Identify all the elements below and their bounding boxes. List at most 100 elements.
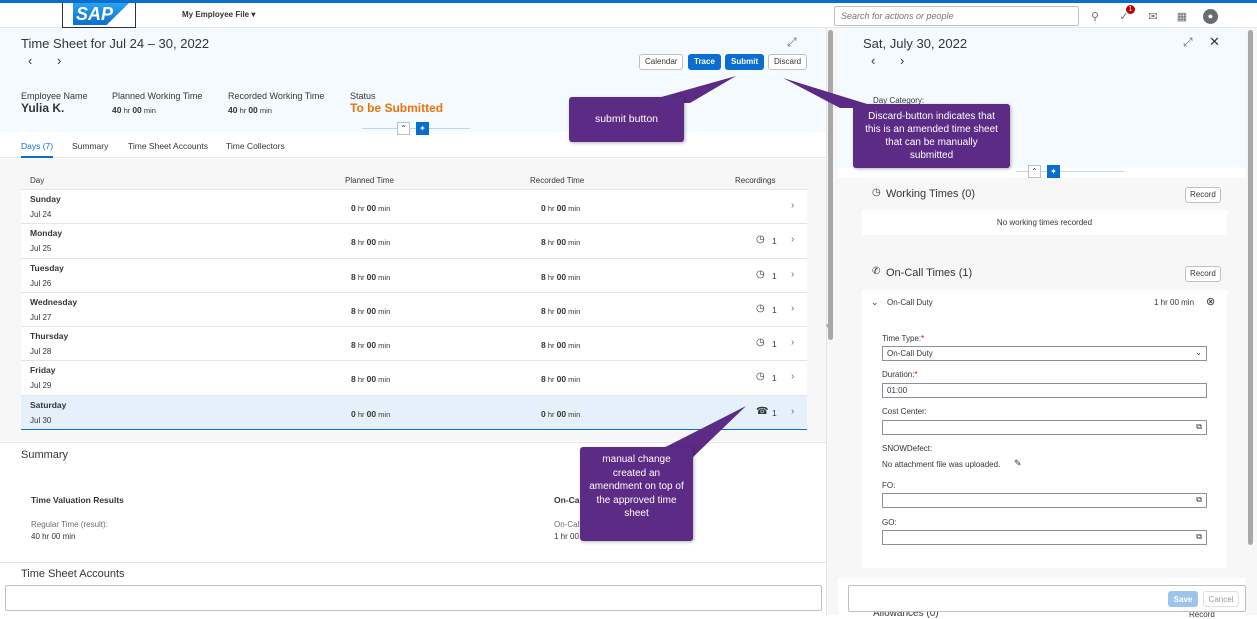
previous-week-button[interactable]: ‹ <box>28 53 32 68</box>
clock-icon: ◷ <box>756 371 765 383</box>
fullscreen-icon[interactable]: ⤢ <box>1183 35 1193 50</box>
row-recorded-time: 0 hr 00 min <box>541 408 581 419</box>
row-day: Sunday <box>30 194 61 204</box>
table-row[interactable]: Monday Jul 25 8 hr 00 min 8 hr 00 min ◷ 1 › <box>21 224 807 259</box>
chevron-right-icon[interactable]: › <box>791 234 794 245</box>
discard-button[interactable]: Discard <box>768 54 808 70</box>
go-label: GO: <box>882 518 897 527</box>
day-title: Sat, July 30, 2022 <box>863 36 968 51</box>
right-scrollbar[interactable] <box>1248 30 1253 545</box>
chevron-down-icon[interactable]: ⌄ <box>871 297 879 308</box>
chevron-right-icon[interactable]: › <box>791 303 794 314</box>
value-help-icon: ⧉ <box>1196 495 1202 504</box>
chevron-right-icon[interactable]: › <box>791 337 794 348</box>
on-call-duty-title[interactable]: On-Call Duty <box>887 298 933 307</box>
snow-defect-label: SNOWDefect: <box>882 444 933 453</box>
previous-day-button[interactable]: ‹ <box>871 53 875 68</box>
row-recordings-count: 1 <box>772 373 777 384</box>
clock-icon: ◷ <box>756 337 765 349</box>
chevron-right-icon[interactable]: › <box>791 371 794 382</box>
row-day: Tuesday <box>30 262 64 273</box>
on-call-summary-value: 1 hr 00 <box>554 532 579 541</box>
feedback-icon[interactable]: ✉ <box>1145 9 1161 25</box>
column-recorded-time: Recorded Time <box>530 176 585 185</box>
tab-days[interactable]: Days (7) <box>21 141 54 158</box>
edit-icon[interactable]: ✎ <box>1014 458 1022 469</box>
row-planned-time: 8 hr 00 min <box>351 271 391 282</box>
manual-change-callout: manual change created an amendment on to… <box>580 447 693 541</box>
summary-title: Summary <box>21 449 69 461</box>
status-value: To be Submitted <box>350 101 444 115</box>
duration-input[interactable]: 01:00 <box>882 383 1207 398</box>
row-recordings-count: 1 <box>772 270 777 281</box>
clock-icon: ◷ <box>872 187 881 198</box>
table-row[interactable]: Sunday Jul 24 0 hr 00 min 0 hr 00 min › <box>21 190 807 225</box>
row-day: Thursday <box>30 331 69 342</box>
planned-working-time-label: Planned Working Time <box>112 91 203 101</box>
working-times-title: Working Times (0) <box>886 188 976 200</box>
table-row[interactable]: Tuesday Jul 26 8 hr 00 min 8 hr 00 min ◷ 1 › <box>21 258 807 293</box>
time-type-select[interactable]: On-Call Duty ⌄ <box>882 346 1207 361</box>
tab-summary[interactable]: Summary <box>72 141 108 151</box>
avatar[interactable]: ● <box>1203 9 1218 24</box>
clock-icon: ◷ <box>756 234 765 246</box>
calendar-button[interactable]: Calendar <box>639 54 684 70</box>
object-header: Time Sheet for Jul 24 – 30, 2022 ⤢ ‹ › C… <box>0 28 826 135</box>
record-on-call-button[interactable]: Record <box>1185 266 1221 282</box>
logo-text: SAP <box>73 3 129 25</box>
row-date: Jul 25 <box>30 244 52 254</box>
app-menu[interactable]: My Employee File ▾ <box>182 10 255 19</box>
next-week-button[interactable]: › <box>57 53 61 68</box>
row-date: Jul 29 <box>30 381 52 391</box>
recorded-working-time-value: 40 hr 00 min <box>228 105 272 115</box>
sap-logo[interactable]: SAP <box>62 3 136 28</box>
search-icon[interactable]: ⚲ <box>1087 9 1103 25</box>
discard-callout: Discard-button indicates that this is an… <box>853 104 1010 168</box>
table-header: Day Planned Time Recorded Time Recording… <box>21 171 807 190</box>
planned-working-time-value: 40 hr 00 min <box>112 105 156 115</box>
cancel-button[interactable]: Cancel <box>1203 591 1239 607</box>
submit-button[interactable]: Submit <box>725 54 765 70</box>
row-recordings-count: 1 <box>772 339 777 350</box>
chevron-right-icon[interactable]: › <box>791 269 794 280</box>
chevron-right-icon[interactable]: › <box>791 406 794 417</box>
table-row[interactable]: Thursday Jul 28 8 hr 00 min 8 hr 00 min ◷ 1 › <box>21 327 807 362</box>
collapse-header-icon[interactable]: ⌃ <box>1028 165 1041 178</box>
working-times-section: ◷ Working Times (0) Record No working ti… <box>862 182 1227 258</box>
fullscreen-icon[interactable]: ⤢ <box>787 35 797 50</box>
chevron-right-icon[interactable]: › <box>791 200 794 211</box>
pin-header-icon[interactable]: ✦ <box>1047 165 1060 178</box>
status-label: Status <box>350 91 376 101</box>
trace-button[interactable]: Trace <box>688 54 721 70</box>
tab-time-sheet-accounts[interactable]: Time Sheet Accounts <box>128 141 208 151</box>
left-footer-bar <box>5 585 822 611</box>
table-body: Sunday Jul 24 0 hr 00 min 0 hr 00 min › Monda… <box>21 190 807 431</box>
clock-icon: ◷ <box>756 268 765 280</box>
next-day-button[interactable]: › <box>900 53 904 68</box>
search-input[interactable] <box>834 6 1079 26</box>
go-input[interactable]: ⧉ <box>882 530 1207 545</box>
table-row[interactable]: Wednesday Jul 27 8 hr 00 min 8 hr 00 min ◷ 1 › <box>21 292 807 328</box>
clock-icon: ◷ <box>756 302 765 314</box>
time-sheet-panel: Time Sheet for Jul 24 – 30, 2022 ⤢ ‹ › C… <box>0 28 826 615</box>
products-icon[interactable]: ▦ <box>1174 9 1190 25</box>
record-working-time-button[interactable]: Record <box>1185 187 1221 203</box>
row-day: Saturday <box>30 399 67 410</box>
app-menu-label: My Employee File <box>182 10 250 19</box>
submit-callout: submit button <box>569 97 684 142</box>
tab-time-collectors[interactable]: Time Collectors <box>226 141 285 151</box>
cost-center-input[interactable]: ⧉ <box>882 420 1207 435</box>
table-row[interactable]: Friday Jul 29 8 hr 00 min 8 hr 00 min ◷ 1 › <box>21 361 807 396</box>
row-recordings-count: 1 <box>772 407 777 418</box>
row-date: Jul 24 <box>30 210 52 219</box>
fo-input[interactable]: ⧉ <box>882 493 1207 508</box>
notification-badge: 1 <box>1126 5 1135 14</box>
left-scrollbar[interactable] <box>828 30 833 340</box>
close-icon[interactable]: ✕ <box>1209 34 1220 50</box>
row-planned-time: 8 hr 00 min <box>351 374 391 385</box>
delete-icon[interactable]: ⊗ <box>1206 295 1215 308</box>
table-row[interactable]: Saturday Jul 30 0 hr 00 min 0 hr 00 min ☎ 1 › <box>21 395 807 431</box>
cost-center-label: Cost Center: <box>882 407 927 416</box>
column-day: Day <box>30 176 45 185</box>
save-button[interactable]: Save <box>1168 591 1198 607</box>
